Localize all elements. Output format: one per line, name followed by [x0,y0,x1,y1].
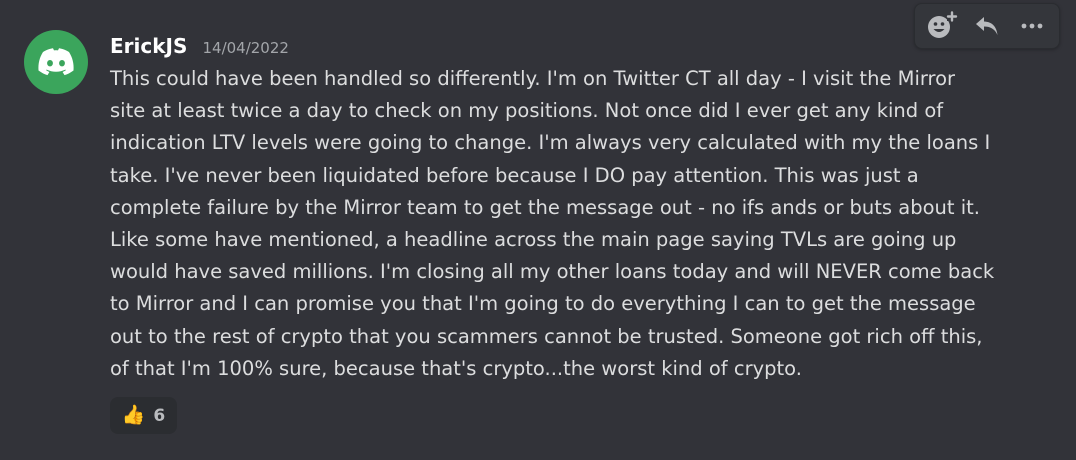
avatar[interactable] [24,30,88,94]
add-reaction-button[interactable] [924,8,960,44]
reaction-count: 6 [153,405,166,426]
message-header: ErickJS 14/04/2022 [110,34,289,58]
reaction-thumbs-up[interactable]: 👍 6 [110,397,177,434]
username[interactable]: ErickJS [110,34,187,58]
add-reaction-icon [927,11,957,38]
message-text: This could have been handled so differen… [110,67,995,380]
discord-logo-icon [38,48,74,76]
more-options-icon [1021,23,1043,29]
thumbs-up-icon: 👍 [121,404,146,426]
timestamp: 14/04/2022 [202,39,289,57]
message-toolbar [914,3,1060,49]
chat-message: ErickJS 14/04/2022 This could have been … [0,0,1076,460]
more-options-button[interactable] [1014,8,1050,44]
reply-icon [975,17,998,35]
reply-button[interactable] [969,8,1005,44]
